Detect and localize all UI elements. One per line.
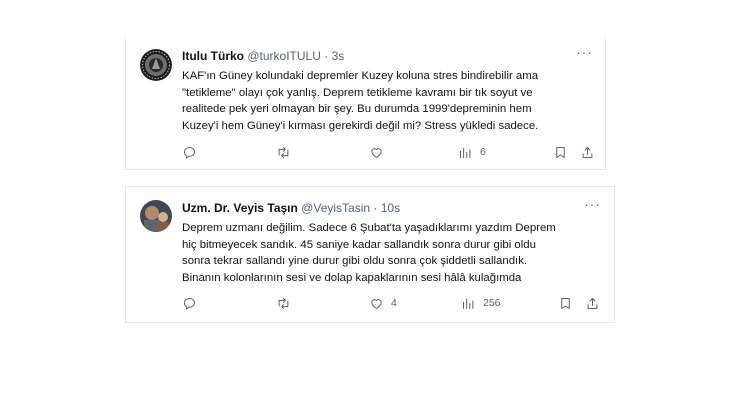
heart-icon xyxy=(371,298,382,309)
bookmark-button[interactable] xyxy=(553,143,568,161)
like-count: 4 xyxy=(391,297,397,309)
retweet-button[interactable] xyxy=(276,143,298,161)
retweet-icon xyxy=(278,146,289,158)
more-icon[interactable]: ··· xyxy=(584,197,601,211)
views-button[interactable]: 256 xyxy=(461,294,501,312)
views-icon xyxy=(460,147,471,158)
author-name[interactable]: Itulu Türko xyxy=(182,49,244,63)
bookmark-icon xyxy=(561,297,570,309)
views-count: 6 xyxy=(480,146,486,158)
reply-button[interactable] xyxy=(182,294,204,312)
tweet-header: Itulu Türko @turkoITULU · 3s xyxy=(182,49,344,63)
bookmark-icon xyxy=(556,146,565,158)
tweet-actions: 4 256 xyxy=(182,294,600,312)
views-count: 256 xyxy=(483,297,501,309)
like-button[interactable]: 4 xyxy=(369,294,397,312)
views-button[interactable]: 6 xyxy=(458,143,486,161)
timestamp[interactable]: 3s xyxy=(332,49,345,63)
share-button[interactable] xyxy=(580,143,595,161)
timestamp[interactable]: 10s xyxy=(381,201,400,215)
avatar[interactable] xyxy=(140,49,172,81)
tweet-text: Deprem uzmanı değilim. Sadece 6 Şubat'ta… xyxy=(182,222,556,285)
separator: · xyxy=(373,201,378,215)
tweet-card[interactable]: Uzm. Dr. Veyis Taşın @VeyisTasin · 10s ·… xyxy=(125,186,615,323)
author-handle[interactable]: @turkoITULU xyxy=(247,49,321,63)
retweet-button[interactable] xyxy=(276,294,298,312)
heart-icon xyxy=(371,147,382,158)
author-handle[interactable]: @VeyisTasin xyxy=(301,201,370,215)
retweet-icon xyxy=(278,297,289,309)
tweet-card[interactable]: Itulu Türko @turkoITULU · 3s ··· KAF'ın … xyxy=(125,37,606,170)
avatar-image xyxy=(140,200,172,232)
share-icon xyxy=(587,297,598,309)
reply-button[interactable] xyxy=(182,143,204,161)
share-icon xyxy=(582,146,593,158)
avatar-image xyxy=(140,49,172,81)
tweet-header: Uzm. Dr. Veyis Taşın @VeyisTasin · 10s xyxy=(182,201,400,215)
bookmark-button[interactable] xyxy=(558,294,573,312)
like-button[interactable] xyxy=(369,143,391,161)
separator: · xyxy=(324,49,329,63)
share-button[interactable] xyxy=(585,294,600,312)
reply-icon xyxy=(184,297,195,310)
reply-icon xyxy=(184,146,195,159)
author-name[interactable]: Uzm. Dr. Veyis Taşın xyxy=(182,201,298,215)
tweet-text: KAF'ın Güney kolundaki depremler Kuzey k… xyxy=(182,70,539,133)
views-icon xyxy=(463,298,474,309)
tweet-actions: 6 xyxy=(182,143,597,161)
more-icon[interactable]: ··· xyxy=(576,45,593,59)
avatar[interactable] xyxy=(140,200,172,232)
